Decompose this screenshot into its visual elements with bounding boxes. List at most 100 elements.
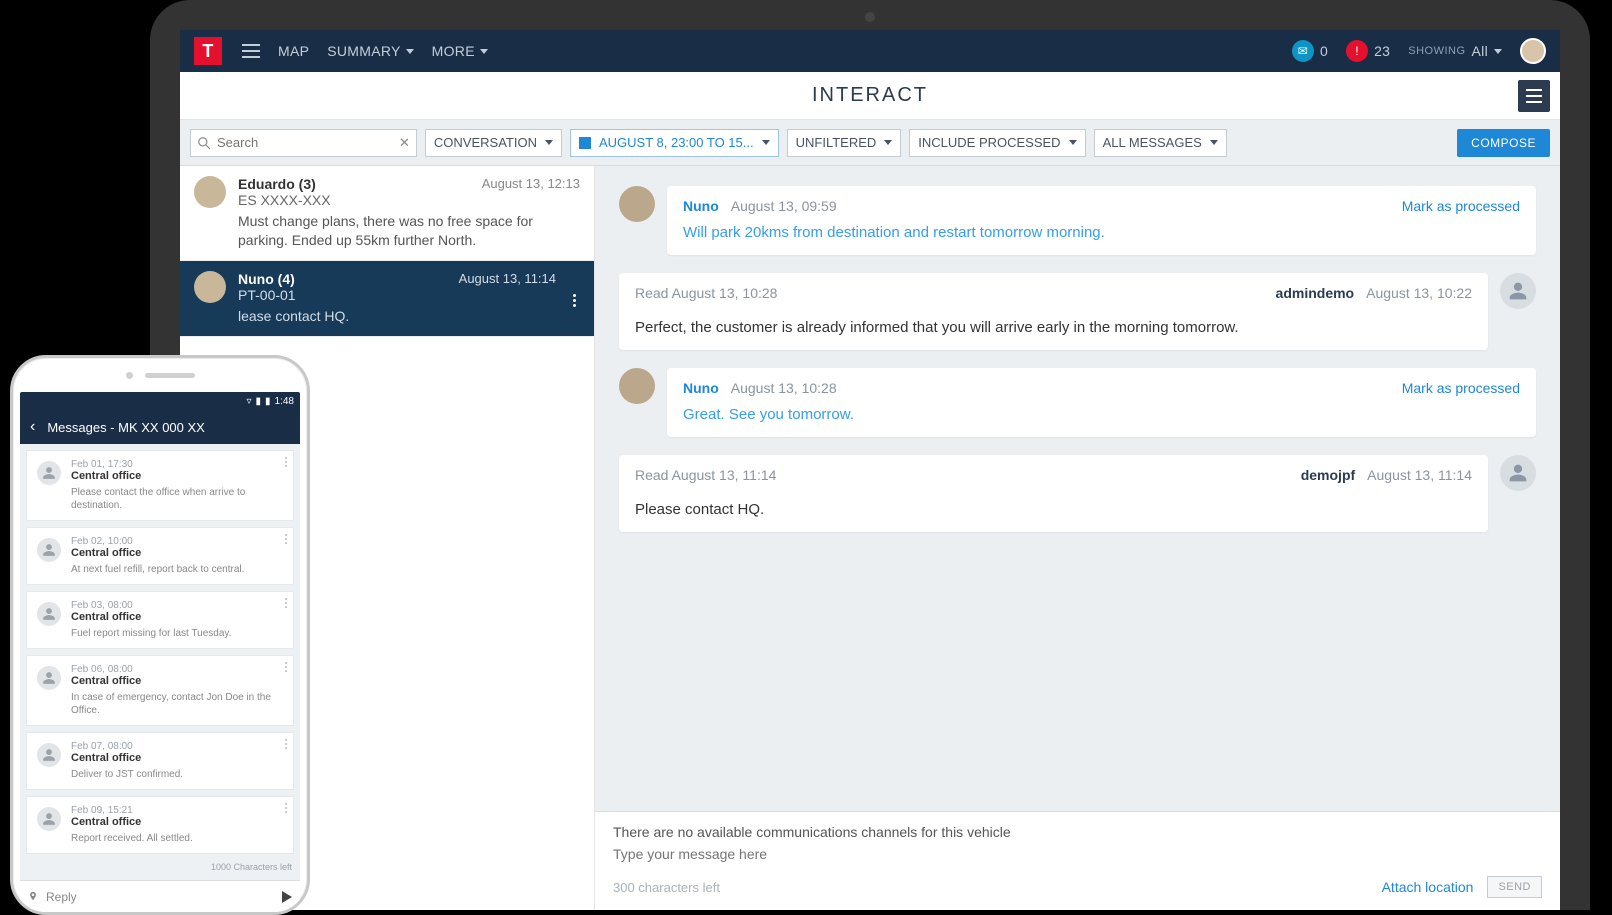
- phone-message-list[interactable]: Feb 01, 17:30Central officePlease contac…: [20, 444, 300, 860]
- chevron-down-icon: [1210, 140, 1218, 145]
- phone-message-card[interactable]: Feb 06, 08:00Central officeIn case of em…: [26, 655, 294, 726]
- mark-processed-link[interactable]: Mark as processed: [1402, 198, 1520, 214]
- avatar-icon: [37, 807, 61, 831]
- menu-icon[interactable]: [242, 44, 260, 58]
- phone-msg-time: Feb 07, 08:00: [71, 741, 283, 752]
- wifi-icon: ▿: [246, 396, 251, 407]
- chevron-down-icon: [1494, 49, 1502, 54]
- include-processed-label: INCLUDE PROCESSED: [918, 135, 1060, 150]
- filter-bar: ✕ CONVERSATION AUGUST 8, 23:00 TO 15... …: [180, 120, 1560, 166]
- chevron-down-icon: [1069, 140, 1077, 145]
- showing-value: All: [1472, 43, 1488, 59]
- nav-summary-label: SUMMARY: [327, 43, 400, 59]
- mail-count: 0: [1320, 43, 1328, 59]
- search-input[interactable]: [217, 135, 393, 150]
- nav-summary[interactable]: SUMMARY: [327, 43, 413, 59]
- nav-more-label: MORE: [432, 43, 475, 59]
- phone-msg-sender: Central office: [71, 611, 283, 623]
- location-icon[interactable]: [28, 890, 38, 904]
- chevron-down-icon: [884, 140, 892, 145]
- phone-msg-preview: Deliver to JST confirmed.: [71, 768, 283, 781]
- conversation-name: Nuno (4): [238, 271, 295, 287]
- page-title-bar: INTERACT: [180, 72, 1560, 120]
- date-range-dropdown[interactable]: AUGUST 8, 23:00 TO 15...: [570, 129, 779, 157]
- laptop-screen: T MAP SUMMARY MORE ✉ 0 ! 23: [180, 30, 1560, 910]
- user-avatar[interactable]: [1520, 38, 1546, 64]
- compose-button[interactable]: COMPOSE: [1457, 129, 1550, 157]
- message-input[interactable]: [613, 846, 1542, 862]
- include-processed-dropdown[interactable]: INCLUDE PROCESSED: [909, 129, 1085, 157]
- date-range-label: AUGUST 8, 23:00 TO 15...: [599, 135, 754, 150]
- composer: There are no available communications ch…: [595, 811, 1560, 910]
- conversation-item[interactable]: Eduardo (3) August 13, 12:13 ES XXXX-XXX…: [180, 166, 594, 261]
- phone-msg-time: Feb 03, 08:00: [71, 600, 283, 611]
- mail-badge[interactable]: ✉ 0: [1292, 40, 1328, 62]
- send-icon[interactable]: [282, 891, 292, 903]
- conversation-dropdown[interactable]: CONVERSATION: [425, 129, 562, 157]
- search-input-wrap[interactable]: ✕: [190, 129, 417, 157]
- phone-message-card[interactable]: Feb 03, 08:00Central office Fuel report m…: [26, 591, 294, 649]
- more-options-icon[interactable]: [285, 739, 287, 749]
- conversation-preview: lease contact HQ.: [238, 307, 556, 326]
- attach-location-link[interactable]: Attach location: [1382, 879, 1474, 895]
- mark-processed-link[interactable]: Mark as processed: [1402, 380, 1520, 396]
- more-options-icon[interactable]: [568, 271, 580, 326]
- mail-icon: ✉: [1292, 40, 1314, 62]
- message-time: August 13, 10:22: [1366, 285, 1472, 301]
- conversation-item-selected[interactable]: Nuno (4) August 13, 11:14 PT-00-01 lease…: [180, 261, 594, 337]
- send-button[interactable]: SEND: [1487, 876, 1542, 898]
- phone-title: Messages - MK XX 000 XX: [47, 420, 205, 435]
- more-options-icon[interactable]: [285, 457, 287, 467]
- phone-camera-icon: [126, 372, 133, 379]
- message-avatar: [1500, 455, 1536, 491]
- page-menu-button[interactable]: [1518, 80, 1550, 112]
- message-bubble: Read August 13, 10:28admindemoAugust 13,…: [619, 273, 1536, 350]
- phone-speaker: [145, 373, 195, 378]
- phone-msg-preview: At next fuel refill, report back to cent…: [71, 563, 283, 576]
- phone-screen: ▿ ▮ ▮ 1:48 ‹ Messages - MK XX 000 XX Feb…: [20, 392, 300, 912]
- phone-message-card[interactable]: Feb 07, 08:00Central officeDeliver to JS…: [26, 732, 294, 790]
- message-avatar: [1500, 273, 1536, 309]
- phone-message-card[interactable]: Feb 09, 15:21Central officeReport receiv…: [26, 796, 294, 854]
- conversation-subtitle: PT-00-01: [238, 287, 556, 303]
- top-nav: T MAP SUMMARY MORE ✉ 0 ! 23: [180, 30, 1560, 72]
- conversation-time: August 13, 12:13: [482, 176, 580, 192]
- phone-reply-placeholder[interactable]: Reply: [46, 890, 77, 904]
- phone-message-card[interactable]: Feb 02, 10:00Central officeAt next fuel …: [26, 527, 294, 585]
- message-bubble: Read August 13, 11:14demojpfAugust 13, 1…: [619, 455, 1536, 532]
- alert-icon: !: [1346, 40, 1368, 62]
- brand-logo[interactable]: T: [194, 37, 222, 65]
- nav-more[interactable]: MORE: [432, 43, 488, 59]
- phone-msg-preview: In case of emergency, contact Jon Doe in…: [71, 691, 283, 717]
- unfiltered-dropdown[interactable]: UNFILTERED: [787, 129, 902, 157]
- more-options-icon[interactable]: [285, 534, 287, 544]
- showing-dropdown[interactable]: SHOWING All: [1408, 43, 1502, 59]
- avatar-icon: [37, 538, 61, 562]
- nav-map[interactable]: MAP: [278, 43, 309, 59]
- message-sender: Nuno: [683, 380, 719, 396]
- all-messages-dropdown[interactable]: ALL MESSAGES: [1094, 129, 1227, 157]
- search-icon: [197, 136, 211, 150]
- unfiltered-label: UNFILTERED: [796, 135, 877, 150]
- more-options-icon[interactable]: [285, 662, 287, 672]
- clear-search-icon[interactable]: ✕: [399, 135, 410, 151]
- back-icon[interactable]: ‹: [30, 418, 35, 436]
- chevron-down-icon: [480, 49, 488, 54]
- composer-warning: There are no available communications ch…: [613, 824, 1542, 840]
- conversation-subtitle: ES XXXX-XXX: [238, 192, 580, 208]
- message-text: Perfect, the customer is already informe…: [635, 317, 1472, 338]
- phone-status-bar: ▿ ▮ ▮ 1:48: [20, 392, 300, 410]
- message-avatar: [619, 186, 655, 222]
- calendar-icon: [579, 137, 591, 149]
- more-options-icon[interactable]: [285, 598, 287, 608]
- laptop-frame: T MAP SUMMARY MORE ✉ 0 ! 23: [150, 0, 1590, 910]
- phone-reply-bar: Reply: [20, 880, 300, 912]
- message-time: August 13, 11:14: [1367, 467, 1472, 483]
- page-title: INTERACT: [812, 84, 928, 107]
- more-options-icon[interactable]: [285, 803, 287, 813]
- phone-message-card[interactable]: Feb 01, 17:30Central officePlease contac…: [26, 450, 294, 521]
- messages-scroll[interactable]: NunoAugust 13, 09:59Mark as processedWil…: [595, 166, 1560, 811]
- phone-msg-preview: Fuel report missing for last Tuesday.: [71, 627, 283, 640]
- alert-badge[interactable]: ! 23: [1346, 40, 1390, 62]
- avatar: [194, 271, 226, 303]
